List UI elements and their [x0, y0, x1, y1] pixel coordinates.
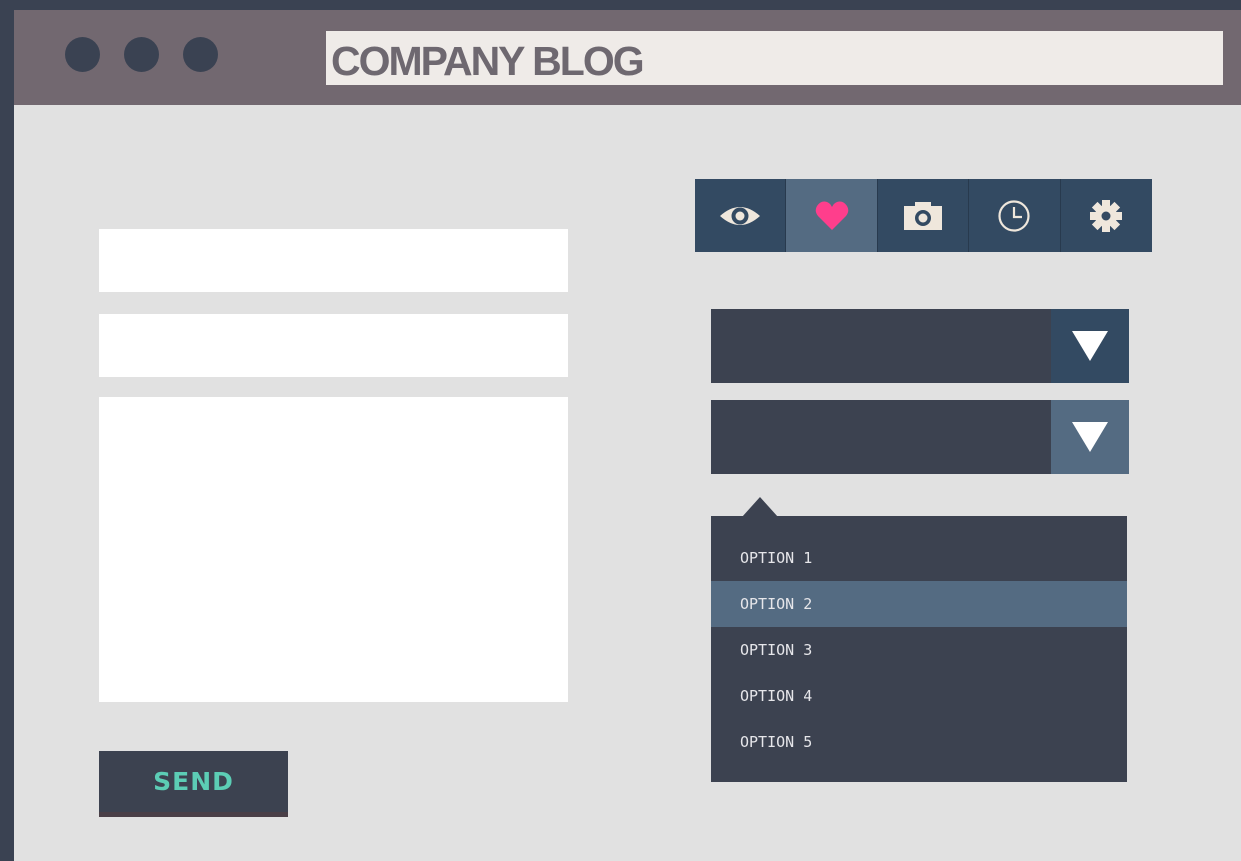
window-control-dot[interactable] — [183, 37, 218, 72]
camera-icon — [903, 201, 942, 230]
menu-option-4[interactable]: OPTION 4 — [711, 673, 1127, 719]
window-control-dot[interactable] — [124, 37, 159, 72]
dropdown-menu-pointer — [742, 497, 778, 517]
window-control-dot[interactable] — [65, 37, 100, 72]
toolbar-photo-button[interactable] — [877, 179, 970, 252]
gear-icon — [1090, 199, 1123, 232]
page-title: COMPANY BLOG — [331, 38, 645, 84]
name-field[interactable] — [99, 229, 568, 292]
dropdown-menu: OPTION 1 OPTION 2 OPTION 3 OPTION 4 OPTI… — [711, 516, 1127, 782]
toolbar-like-button[interactable] — [786, 179, 878, 252]
triangle-down-icon — [1072, 331, 1108, 361]
eye-icon — [720, 206, 761, 225]
send-button[interactable]: SEND — [99, 751, 288, 817]
icon-toolbar — [695, 179, 1152, 252]
heart-icon — [815, 201, 848, 230]
toolbar-settings-button[interactable] — [1060, 179, 1152, 252]
title-bar: COMPANY BLOG — [14, 10, 1241, 105]
dropdown-select-2[interactable] — [711, 400, 1129, 474]
dropdown-toggle[interactable] — [1051, 400, 1129, 474]
clock-icon — [998, 199, 1030, 232]
menu-option-1[interactable]: OPTION 1 — [711, 535, 1127, 581]
address-bar[interactable]: COMPANY BLOG — [326, 31, 1223, 85]
email-field[interactable] — [99, 314, 568, 377]
toolbar-history-button[interactable] — [969, 179, 1061, 252]
dropdown-select-1[interactable] — [711, 309, 1129, 383]
toolbar-view-button[interactable] — [695, 179, 787, 252]
menu-option-2[interactable]: OPTION 2 — [711, 581, 1127, 627]
menu-option-5[interactable]: OPTION 5 — [711, 719, 1127, 765]
menu-option-3[interactable]: OPTION 3 — [711, 627, 1127, 673]
message-textarea[interactable] — [99, 397, 568, 702]
dropdown-toggle[interactable] — [1051, 309, 1129, 383]
triangle-down-icon — [1072, 422, 1108, 452]
